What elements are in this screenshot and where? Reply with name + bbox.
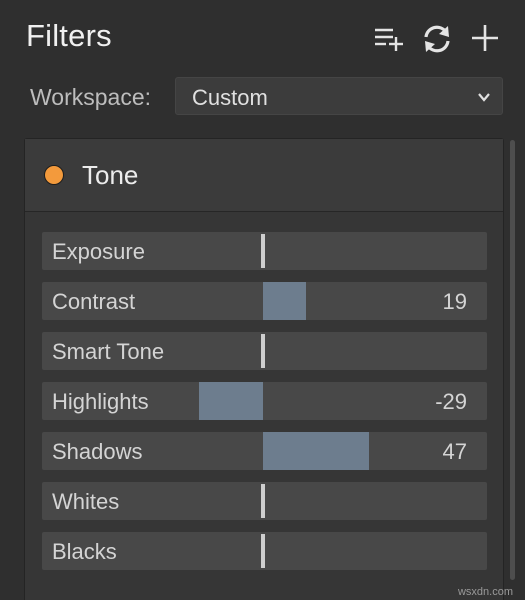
watermark: wsxdn.com	[457, 586, 513, 598]
slider-fill	[263, 282, 306, 320]
workspace-value: Custom	[192, 85, 268, 110]
shadows-slider[interactable]: Shadows 47	[42, 432, 487, 470]
slider-center-mark	[261, 334, 265, 368]
slider-label: Blacks	[52, 539, 117, 564]
slider-value: 47	[442, 439, 467, 464]
slider-label: Highlights	[52, 389, 149, 414]
workspace-select[interactable]: Custom	[175, 77, 503, 115]
playlist-add-icon[interactable]	[372, 22, 406, 56]
blacks-slider[interactable]: Blacks	[42, 532, 487, 570]
highlights-slider[interactable]: Highlights -29	[42, 382, 487, 420]
slider-center-mark	[261, 534, 265, 568]
slider-label: Shadows	[52, 439, 143, 464]
slider-label: Exposure	[52, 239, 145, 264]
tone-section-header[interactable]: Tone	[25, 139, 503, 212]
exposure-slider[interactable]: Exposure	[42, 232, 487, 270]
slider-label: Smart Tone	[52, 339, 165, 364]
scrollbar[interactable]	[508, 138, 518, 600]
slider-center-mark	[261, 234, 265, 268]
workspace-label: Workspace:	[30, 84, 152, 110]
panel-title: Filters	[26, 18, 112, 53]
smart-tone-slider[interactable]: Smart Tone	[42, 332, 487, 370]
section-title: Tone	[82, 160, 139, 190]
contrast-slider[interactable]: Contrast 19	[42, 282, 487, 320]
whites-slider[interactable]: Whites	[42, 482, 487, 520]
chevron-down-icon	[478, 93, 490, 102]
slider-value: 19	[442, 289, 467, 314]
plus-icon[interactable]	[468, 22, 502, 56]
tone-section: Tone Exposure Contrast 19 Smart Tone Hig…	[24, 138, 504, 600]
slider-value: -29	[435, 389, 467, 414]
sync-icon[interactable]	[420, 22, 454, 56]
scrollbar-thumb[interactable]	[510, 140, 515, 580]
status-dot-icon	[44, 165, 64, 185]
slider-center-mark	[261, 484, 265, 518]
slider-fill	[263, 432, 369, 470]
slider-fill	[199, 382, 263, 420]
filters-panel: Filters Workspace: Custom Tone Exposure …	[0, 0, 525, 600]
slider-label: Contrast	[52, 289, 136, 314]
slider-label: Whites	[52, 489, 120, 514]
panel-header: Filters	[0, 0, 525, 72]
